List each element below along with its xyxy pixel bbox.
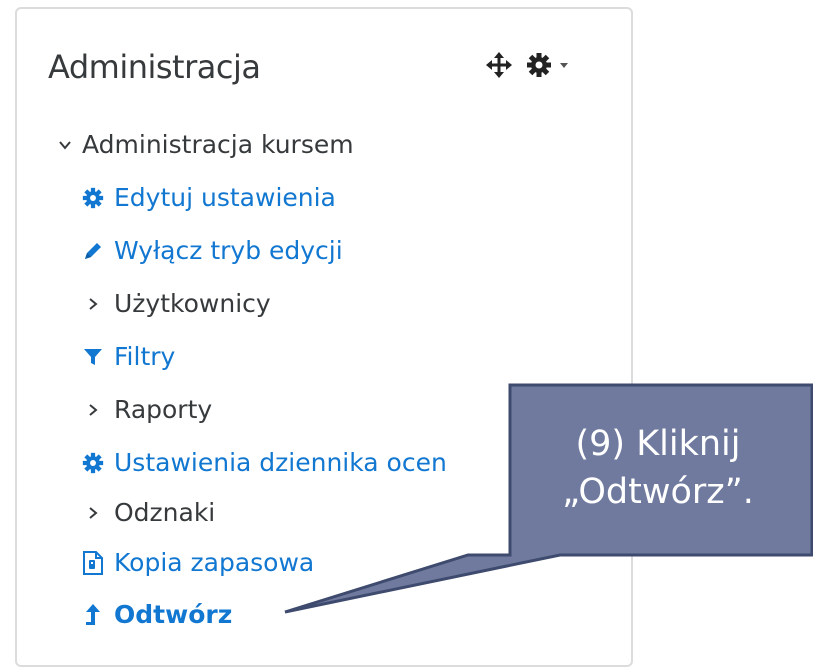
backup-file-icon (80, 550, 106, 576)
tree-item-reports[interactable]: Raporty (80, 395, 212, 425)
move-icon[interactable] (486, 52, 512, 78)
chevron-right-icon (80, 500, 106, 526)
gear-icon (80, 450, 106, 476)
chevron-down-icon (54, 132, 76, 158)
tree-item-label: Wyłącz tryb edycji (114, 236, 343, 265)
upload-arrow-icon (80, 602, 106, 628)
chevron-right-icon (80, 397, 106, 423)
block-controls (486, 50, 568, 80)
tree-item-filters[interactable]: Filtry (80, 342, 175, 372)
chevron-right-icon (80, 291, 106, 317)
tree-item-label: Ustawienia dziennika ocen (114, 448, 447, 477)
tree-item-label: Odtwórz (114, 600, 233, 629)
tree-item-users[interactable]: Użytkownicy (80, 289, 271, 319)
tree-item-edit-settings[interactable]: Edytuj ustawienia (80, 183, 336, 213)
gear-icon (80, 185, 106, 211)
tree-item-label: Użytkownicy (114, 289, 271, 318)
tree-item-gradebook-settings[interactable]: Ustawienia dziennika ocen (80, 448, 447, 478)
tree-root-label: Administracja kursem (82, 130, 354, 159)
gear-icon[interactable] (526, 52, 552, 78)
tree-item-label: Odznaki (114, 498, 216, 527)
block-title: Administracja (48, 48, 261, 86)
tree-item-label: Filtry (114, 342, 176, 371)
filter-icon (80, 344, 106, 370)
tree-item-label: Kopia zapasowa (114, 548, 315, 577)
caret-down-icon[interactable] (560, 62, 568, 68)
pencil-icon (80, 238, 106, 264)
tree-item-label: Raporty (114, 395, 213, 424)
tree-root-course-admin[interactable]: Administracja kursem (54, 130, 354, 160)
tree-item-badges[interactable]: Odznaki (80, 498, 215, 528)
tree-item-toggle-editing[interactable]: Wyłącz tryb edycji (80, 236, 343, 266)
tree-item-backup[interactable]: Kopia zapasowa (80, 548, 314, 578)
tree-item-label: Edytuj ustawienia (114, 183, 336, 212)
tree-item-restore[interactable]: Odtwórz (80, 600, 232, 630)
